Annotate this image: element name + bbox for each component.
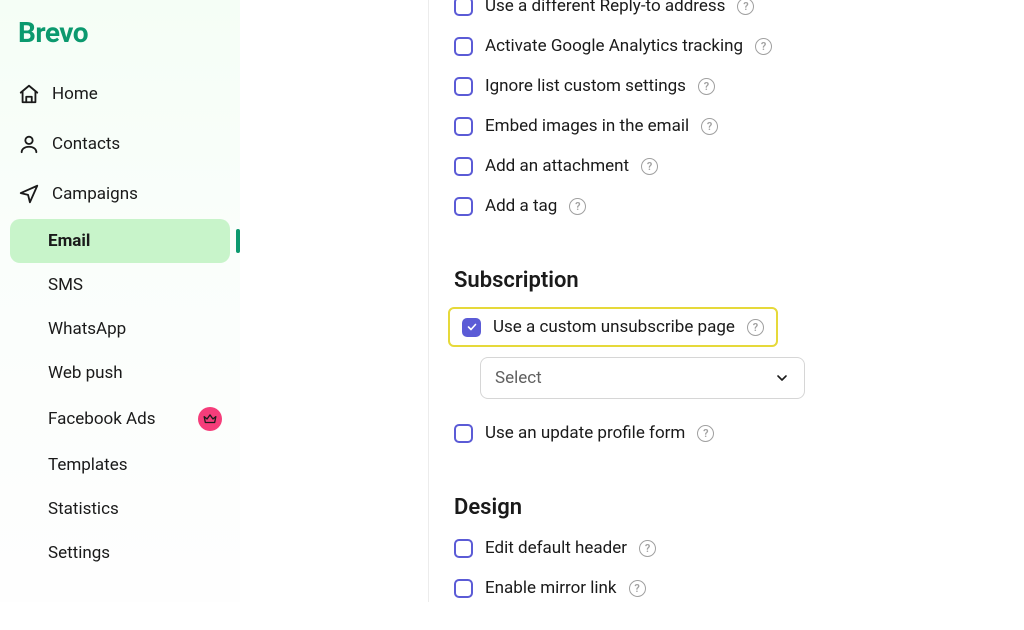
select-placeholder: Select xyxy=(495,368,542,388)
option-edit-header[interactable]: Edit default header ? xyxy=(454,528,1024,568)
sidebar-item-label: Web push xyxy=(48,363,123,383)
option-tag[interactable]: Add a tag ? xyxy=(454,186,1024,226)
sidebar-item-templates[interactable]: Templates xyxy=(0,443,240,487)
checkbox[interactable] xyxy=(454,117,473,136)
checkbox[interactable] xyxy=(462,318,481,337)
option-label: Use a custom unsubscribe page xyxy=(493,317,735,337)
contacts-icon xyxy=(18,133,40,155)
option-reply-to[interactable]: Use a different Reply-to address ? xyxy=(454,0,1024,26)
help-icon[interactable]: ? xyxy=(755,38,772,55)
option-label: Enable mirror link xyxy=(485,578,617,598)
sidebar-item-whatsapp[interactable]: WhatsApp xyxy=(0,307,240,351)
help-icon[interactable]: ? xyxy=(569,198,586,215)
sidebar-item-label: WhatsApp xyxy=(48,319,126,339)
sidebar-item-webpush[interactable]: Web push xyxy=(0,351,240,395)
sidebar-item-label: Templates xyxy=(48,455,128,475)
option-label: Ignore list custom settings xyxy=(485,76,686,96)
help-icon[interactable]: ? xyxy=(737,0,754,15)
sidebar-item-facebook-ads[interactable]: Facebook Ads xyxy=(0,395,240,443)
nav-home[interactable]: Home xyxy=(0,69,240,119)
nav-campaigns[interactable]: Campaigns xyxy=(0,169,240,219)
nav-label: Campaigns xyxy=(52,184,138,204)
sidebar-item-statistics[interactable]: Statistics xyxy=(0,487,240,531)
nav-label: Home xyxy=(52,84,98,104)
sidebar-item-label: Statistics xyxy=(48,499,119,519)
help-icon[interactable]: ? xyxy=(747,319,764,336)
sidebar-item-sms[interactable]: SMS xyxy=(0,263,240,307)
sidebar: Brevo Home Contacts Campaigns Email SMS … xyxy=(0,0,240,602)
option-label: Edit default header xyxy=(485,538,627,558)
option-ga-tracking[interactable]: Activate Google Analytics tracking ? xyxy=(454,26,1024,66)
section-design-title: Design xyxy=(430,475,1024,528)
checkbox[interactable] xyxy=(454,0,473,16)
option-ignore-list[interactable]: Ignore list custom settings ? xyxy=(454,66,1024,106)
sidebar-item-label: Facebook Ads xyxy=(48,409,156,429)
help-icon[interactable]: ? xyxy=(629,580,646,597)
sidebar-item-settings[interactable]: Settings xyxy=(0,531,240,575)
option-mirror-link[interactable]: Enable mirror link ? xyxy=(454,568,1024,608)
sidebar-item-label: Email xyxy=(48,231,90,251)
unsubscribe-page-select[interactable]: Select xyxy=(480,357,805,399)
help-icon[interactable]: ? xyxy=(698,78,715,95)
home-icon xyxy=(18,83,40,105)
brand-logo: Brevo xyxy=(0,10,240,69)
help-icon[interactable]: ? xyxy=(639,540,656,557)
sidebar-item-label: Settings xyxy=(48,543,110,563)
help-icon[interactable]: ? xyxy=(701,118,718,135)
sidebar-item-email[interactable]: Email xyxy=(10,219,230,263)
checkbox[interactable] xyxy=(454,579,473,598)
divider xyxy=(428,0,429,602)
option-attachment[interactable]: Add an attachment ? xyxy=(454,146,1024,186)
checkbox[interactable] xyxy=(454,37,473,56)
main-panel: Use a different Reply-to address ? Activ… xyxy=(430,0,1024,602)
checkbox[interactable] xyxy=(454,157,473,176)
option-update-profile[interactable]: Use an update profile form ? xyxy=(454,413,1024,453)
sidebar-item-label: SMS xyxy=(48,275,83,295)
send-icon xyxy=(18,183,40,205)
section-subscription-title: Subscription xyxy=(430,248,1024,301)
crown-badge-icon xyxy=(198,407,222,431)
option-custom-unsubscribe[interactable]: Use a custom unsubscribe page ? xyxy=(456,313,770,341)
option-label: Add an attachment xyxy=(485,156,629,176)
option-label: Use a different Reply-to address xyxy=(485,0,725,16)
nav-label: Contacts xyxy=(52,134,120,154)
option-label: Activate Google Analytics tracking xyxy=(485,36,743,56)
help-icon[interactable]: ? xyxy=(697,425,714,442)
option-label: Use an update profile form xyxy=(485,423,685,443)
option-embed-images[interactable]: Embed images in the email ? xyxy=(454,106,1024,146)
help-icon[interactable]: ? xyxy=(641,158,658,175)
checkbox[interactable] xyxy=(454,539,473,558)
checkbox[interactable] xyxy=(454,197,473,216)
checkbox[interactable] xyxy=(454,77,473,96)
nav-contacts[interactable]: Contacts xyxy=(0,119,240,169)
option-label: Add a tag xyxy=(485,196,557,216)
highlighted-option: Use a custom unsubscribe page ? xyxy=(448,307,778,347)
chevron-down-icon xyxy=(774,370,790,386)
checkbox[interactable] xyxy=(454,424,473,443)
option-label: Embed images in the email xyxy=(485,116,689,136)
